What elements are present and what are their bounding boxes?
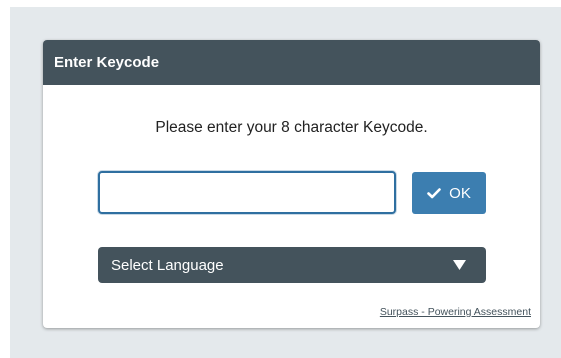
- keycode-prompt: Please enter your 8 character Keycode.: [155, 119, 428, 136]
- language-select[interactable]: Select Language: [98, 247, 486, 283]
- dialog-title: Enter Keycode: [43, 40, 540, 85]
- ok-button-label: OK: [449, 184, 471, 202]
- surpass-link[interactable]: Surpass - Powering Assessment: [380, 306, 531, 318]
- keycode-dialog: Enter Keycode Please enter your 8 charac…: [43, 40, 540, 328]
- triangle-down-icon: [453, 257, 466, 274]
- ok-button[interactable]: OK: [412, 172, 486, 214]
- keycode-input[interactable]: [98, 171, 396, 214]
- language-select-label: Select Language: [111, 256, 224, 274]
- checkmark-icon: [427, 187, 441, 199]
